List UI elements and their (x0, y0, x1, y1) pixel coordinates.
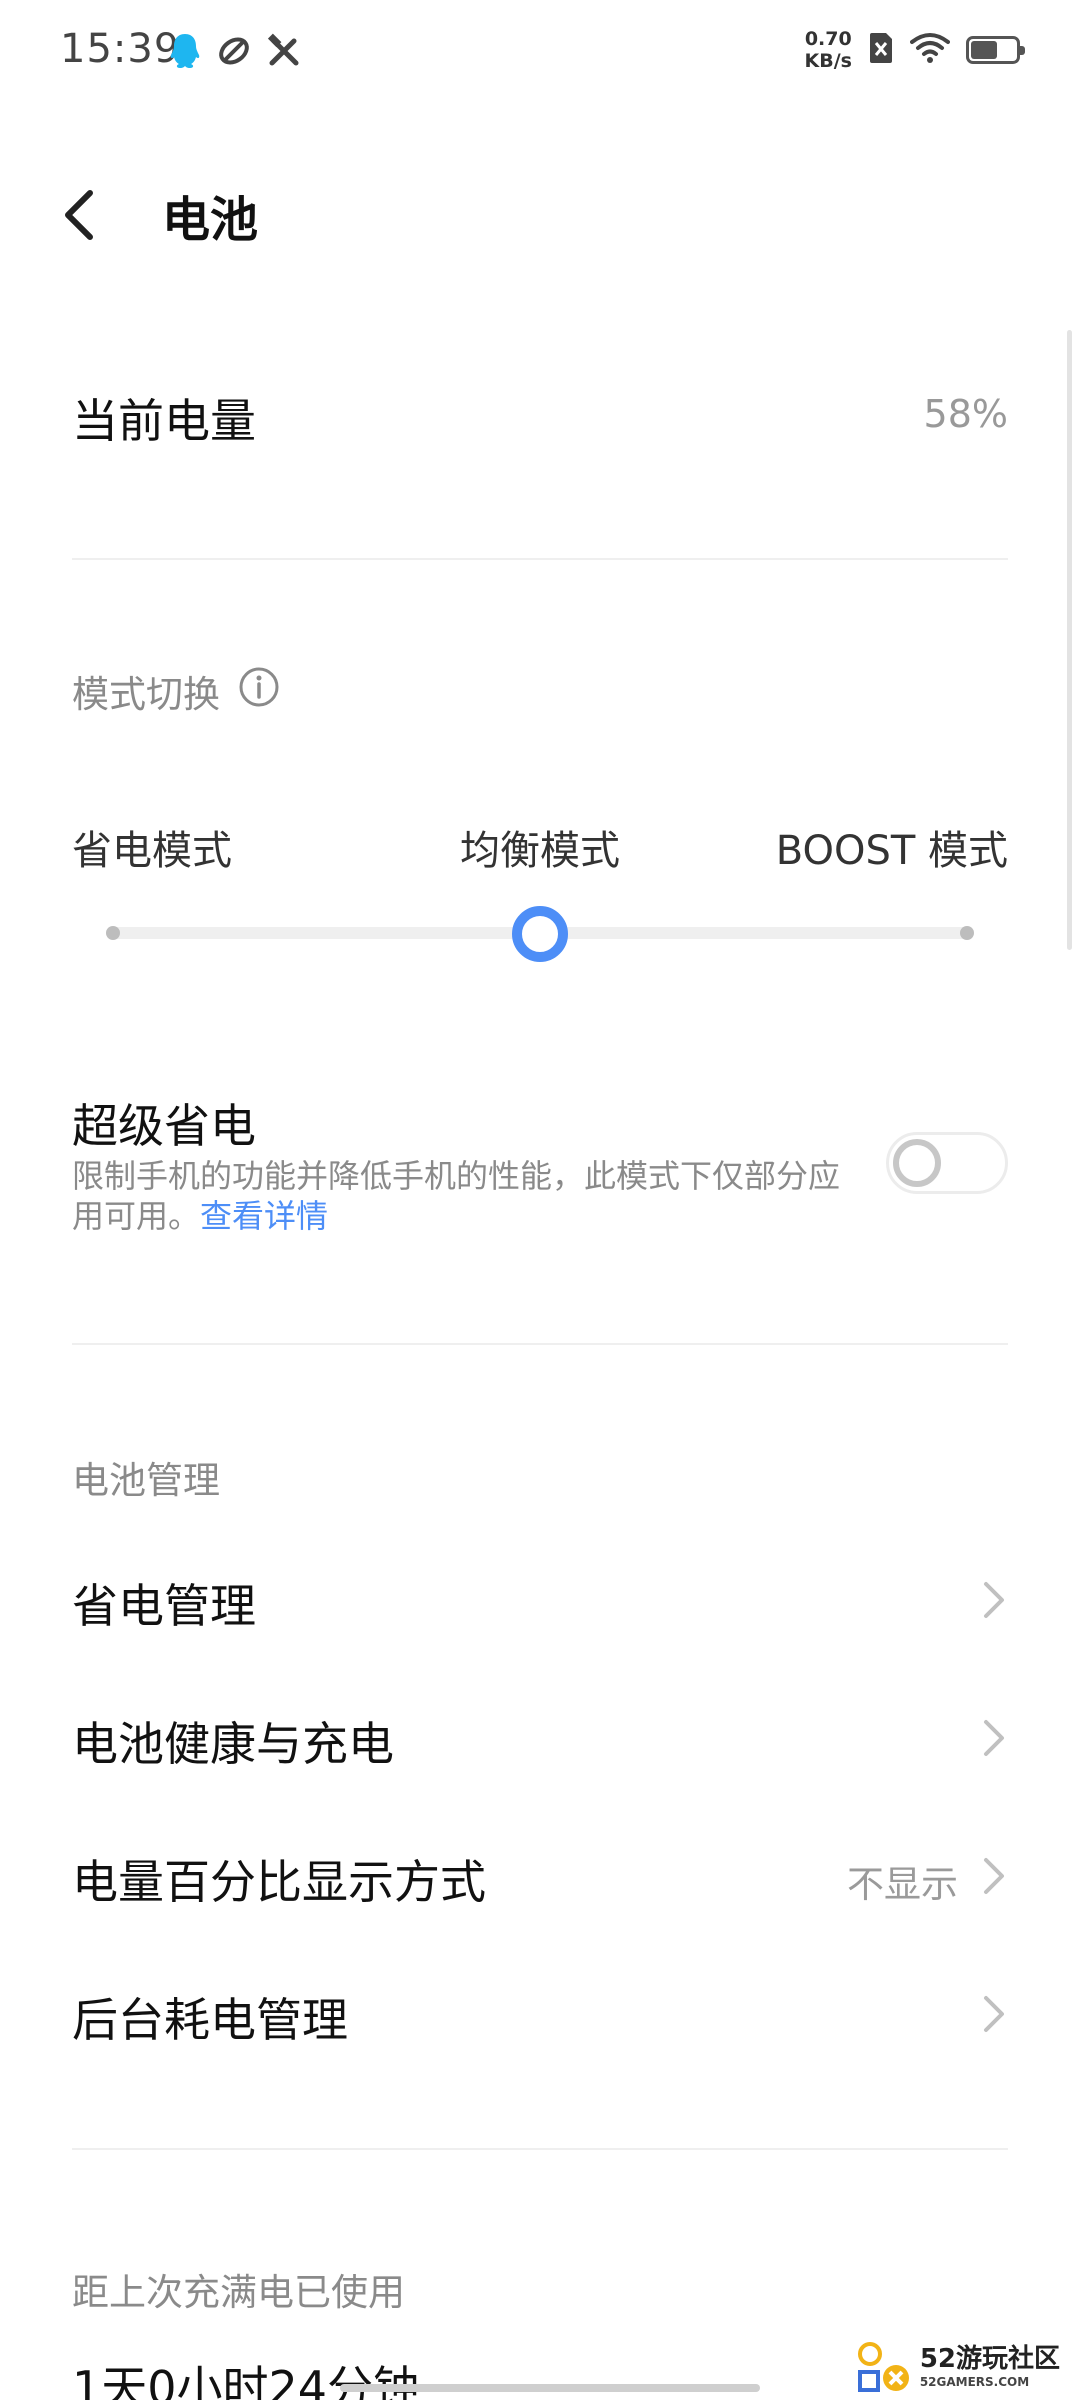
back-button[interactable] (60, 180, 120, 250)
chevron-right-icon (984, 1720, 1004, 1756)
divider (72, 2148, 1008, 2150)
super-saver-description: 限制手机的功能并降低手机的性能，此模式下仅部分应用可用。查看详情 (72, 1156, 852, 1236)
mode-power-saving[interactable]: 省电模式 (72, 818, 232, 876)
watermark-logo: 52游玩社区 52GAMERS.COM (856, 2340, 1060, 2394)
net-speed-unit: KB/s (804, 50, 852, 72)
battery-icon (966, 36, 1025, 64)
chevron-right-icon (984, 1996, 1004, 2032)
mode-boost[interactable]: BOOST 模式 (776, 818, 1008, 876)
mode-slider-thumb[interactable] (512, 906, 568, 962)
usage-duration: 1天0小时24分钟 (72, 2361, 420, 2400)
current-battery-value: 58% (923, 392, 1008, 436)
divider (72, 558, 1008, 560)
status-bar: 15:39 0.70 KB/s (0, 0, 1080, 110)
usage-section-title: 距上次充满电已使用 (72, 2271, 405, 2314)
super-saver-desc-text: 限制手机的功能并降低手机的性能，此模式下仅部分应用可用。 (72, 1157, 841, 1235)
leaf-icon (216, 33, 252, 73)
chevron-right-icon (984, 1858, 1004, 1894)
list-item-label: 省电管理 (72, 1579, 256, 1633)
sim-off-icon (868, 31, 894, 69)
app-header: 电池 (0, 160, 1080, 270)
home-indicator[interactable] (340, 2384, 760, 2392)
list-item-label: 电量百分比显示方式 (72, 1855, 486, 1909)
slider-stop-left[interactable] (106, 926, 120, 940)
watermark-text: 52游玩社区 52GAMERS.COM (920, 2346, 1060, 2388)
back-arrow-icon (65, 190, 93, 240)
tools-icon (266, 33, 302, 73)
info-icon[interactable] (238, 666, 280, 717)
list-item-value: 不显示 (847, 1863, 958, 1906)
status-system-icons: 0.70 KB/s (805, 28, 1025, 72)
list-item-label: 后台耗电管理 (72, 1993, 348, 2047)
status-notification-icons (168, 32, 302, 74)
watermark-main: 52游玩社区 (919, 2344, 1060, 2374)
list-item-battery-health[interactable]: 电池健康与充电 (0, 1678, 1080, 1798)
wifi-icon (910, 32, 950, 68)
mode-switch-section: 模式切换 (72, 664, 280, 718)
mode-switch-title: 模式切换 (72, 673, 220, 716)
toggle-knob (893, 1139, 941, 1187)
page-title: 电池 (162, 192, 259, 248)
qq-icon (168, 32, 202, 74)
list-item-background-power[interactable]: 后台耗电管理 (0, 1954, 1080, 2074)
net-speed: 0.70 KB/s (805, 28, 852, 72)
status-time: 15:39 (60, 26, 181, 72)
mode-balanced[interactable]: 均衡模式 (460, 818, 620, 876)
view-details-link[interactable]: 查看详情 (200, 1197, 328, 1235)
battery-fill (971, 41, 997, 59)
chevron-right-icon (984, 1582, 1004, 1618)
scroll-indicator[interactable] (1067, 330, 1072, 950)
net-speed-value: 0.70 (804, 28, 852, 50)
watermark-icon (857, 2342, 909, 2392)
super-saver-toggle[interactable] (886, 1132, 1008, 1194)
divider (72, 1343, 1008, 1345)
slider-stop-right[interactable] (960, 926, 974, 940)
current-battery-label: 当前电量 (72, 394, 256, 448)
watermark-sub: 52GAMERS.COM (919, 2375, 1030, 2389)
super-saver-title: 超级省电 (72, 1099, 256, 1153)
list-item-percentage-display[interactable]: 电量百分比显示方式 不显示 (0, 1816, 1080, 1936)
battery-management-title: 电池管理 (72, 1459, 220, 1502)
list-item-label: 电池健康与充电 (72, 1717, 394, 1771)
list-item-power-saving-management[interactable]: 省电管理 (0, 1540, 1080, 1660)
